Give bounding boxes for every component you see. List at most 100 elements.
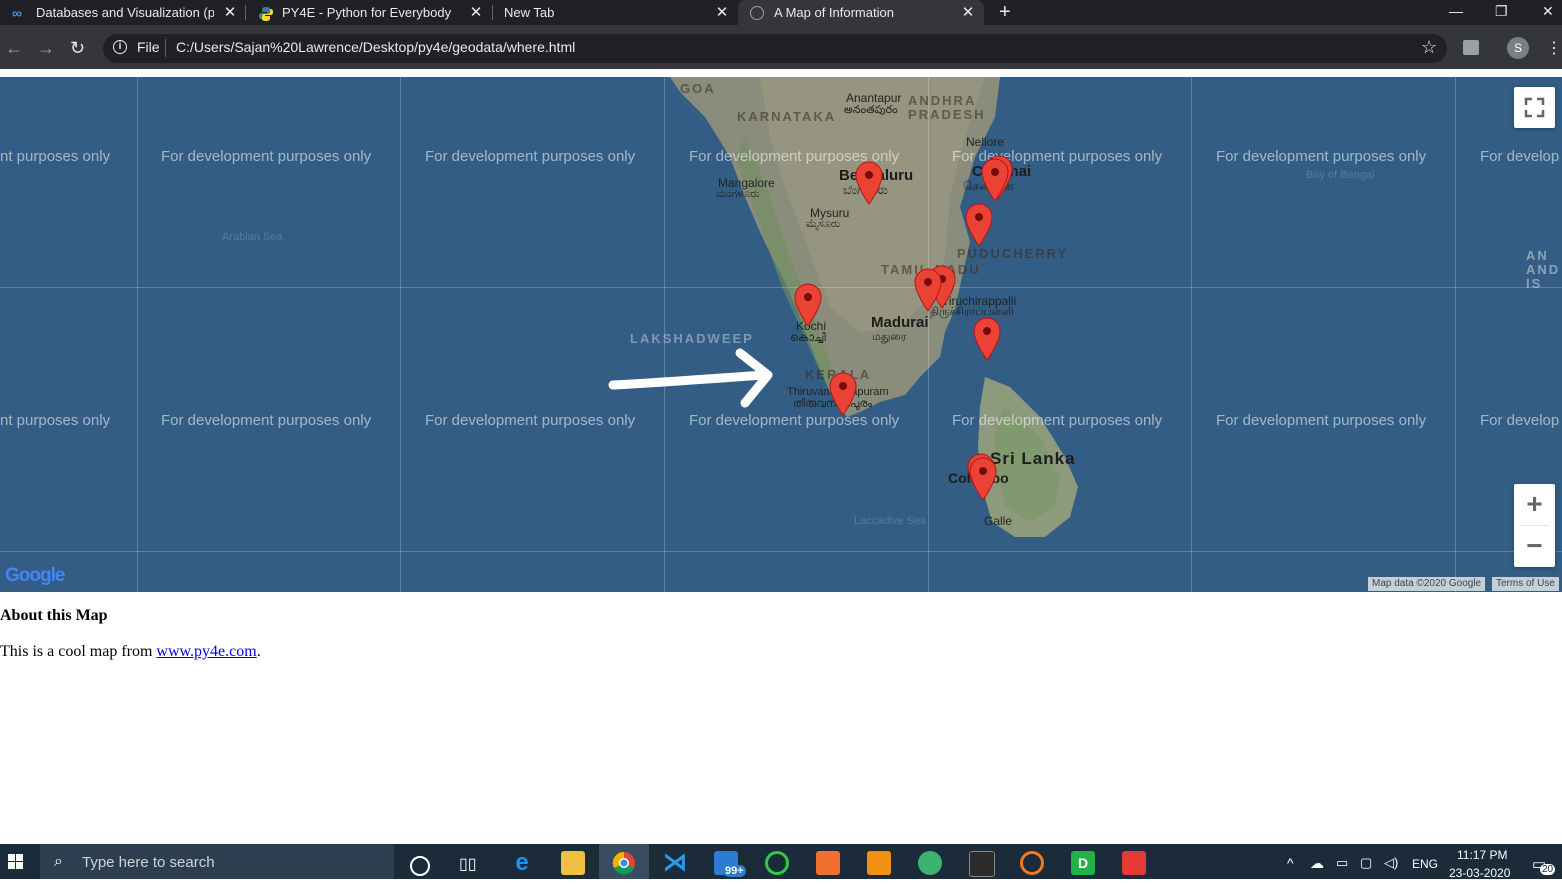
chrome-icon [612,851,635,875]
dev-app-icon[interactable]: D [1071,851,1095,875]
new-tab-button[interactable]: + [999,1,1011,23]
url-text[interactable]: C:/Users/Sajan%20Lawrence/Desktop/py4e/g… [176,39,575,55]
map-marker[interactable] [854,159,884,205]
dev-watermark: For development purposes only [425,412,636,429]
about-text: This is a cool map from www.py4e.com. [0,643,261,661]
bookmark-star-icon[interactable]: ☆ [1421,37,1437,58]
cortana-icon[interactable] [410,856,430,876]
tile-border [928,77,929,592]
jupyter-icon[interactable] [1020,851,1044,875]
infinity-icon: ∞ [12,5,22,21]
tile-border [0,287,1562,288]
map-marker[interactable] [964,201,994,247]
sea-label: Arabian Sea [222,231,283,243]
windows-logo-icon [8,854,23,869]
minimize-button[interactable]: — [1449,0,1463,22]
google-logo[interactable]: Google [5,565,65,587]
close-icon[interactable]: ✕ [223,0,237,25]
tab-map-of-information[interactable]: A Map of Information ✕ [738,0,984,25]
info-icon[interactable]: i [113,40,127,54]
mail-badge: 99+ [723,865,746,877]
onedrive-icon[interactable]: ☁ [1310,855,1324,872]
city-label-local: மதுரை [872,331,907,343]
search-placeholder: Type here to search [82,854,215,871]
map-marker[interactable] [972,315,1002,361]
map-marker[interactable] [968,455,998,501]
map-marker[interactable] [980,156,1010,202]
window-close-button[interactable]: ✕ [1542,0,1554,22]
sublime-icon[interactable] [867,851,891,875]
dev-watermark: For development purposes only [161,148,372,165]
tab-new-tab[interactable]: New Tab ✕ [492,0,738,25]
fullscreen-button[interactable] [1514,87,1555,128]
task-view-icon[interactable]: ▯▯ [459,854,477,874]
dev-watermark: For development purposes only [1216,148,1427,165]
reload-icon[interactable]: ↻ [70,37,85,59]
terms-of-use-link[interactable]: Terms of Use [1492,577,1559,591]
network-icon[interactable]: ▢ [1360,855,1372,871]
sea-label: Laccadive Sea [854,515,927,527]
zoom-control: + − [1514,484,1555,567]
clock-date[interactable]: 23-03-2020 [1449,866,1510,880]
airtel-icon[interactable] [1122,851,1146,875]
city-label-local: കൊച്ചി [790,332,826,344]
terminal-icon[interactable] [969,851,995,877]
extension-icon[interactable] [1463,40,1479,55]
country-label: Sri Lanka [990,449,1076,468]
file-explorer-icon[interactable] [561,851,585,875]
tile-border [400,77,401,592]
py4e-link[interactable]: www.py4e.com [156,643,256,660]
tile-border [1191,77,1192,592]
zoom-out-button[interactable]: − [1514,526,1555,567]
tab-databases[interactable]: ∞ Databases and Visualization (pee ✕ [0,0,245,25]
region-label: KARNATAKA [737,109,837,124]
annotation-arrow [608,348,773,408]
clock-time[interactable]: 11:17 PM [1457,848,1507,862]
city-label: Madurai [871,314,929,331]
about-text-prefix: This is a cool map from [0,643,157,660]
tab-py4e[interactable]: PY4E - Python for Everybody ✕ [246,0,491,25]
tab-title: Databases and Visualization (pee [36,5,214,20]
tray-chevron-icon[interactable]: ^ [1287,855,1294,871]
dev-watermark: For develop [1480,412,1560,429]
xampp-icon[interactable] [816,851,840,875]
map-marker[interactable] [913,266,943,312]
zoom-in-button[interactable]: + [1514,484,1555,525]
edge-icon[interactable]: e [510,851,534,875]
atom-icon[interactable] [918,851,942,875]
omnibox-divider [165,39,166,57]
volume-icon[interactable]: ◁) [1384,855,1398,871]
dev-watermark: nt purposes only [0,148,111,165]
map-marker[interactable] [793,281,823,327]
city-label: Anantapur [846,91,902,105]
close-icon[interactable]: ✕ [715,0,729,25]
python-logo-icon [258,5,274,21]
sync-icon[interactable] [765,851,789,875]
profile-avatar[interactable]: S [1507,37,1529,59]
city-label-local: ಮೈಸೂರು [806,218,841,230]
tile-border [0,551,1562,552]
close-icon[interactable]: ✕ [961,0,975,25]
fullscreen-icon [1524,97,1545,118]
tab-title: New Tab [504,5,555,20]
forward-arrow-icon[interactable]: → [37,37,55,59]
chrome-menu-icon[interactable]: ⋮ [1546,38,1562,58]
restore-button[interactable]: ❐ [1495,0,1508,22]
back-arrow-icon[interactable]: ← [5,37,23,59]
start-button[interactable] [0,844,40,879]
vscode-icon[interactable]: ⋊ [663,851,687,875]
map-marker[interactable] [828,370,858,416]
scheme-label: File [137,39,160,55]
tile-border [1455,77,1456,592]
city-label: Galle [984,514,1013,528]
close-icon[interactable]: ✕ [469,0,483,25]
globe-icon [750,6,764,20]
region-label: LAKSHADWEEP [630,331,754,346]
region-label: ANDHRA PRADESH [908,93,986,122]
about-heading: About this Map [0,607,108,624]
dev-watermark: nt purposes only [0,412,111,429]
battery-icon[interactable]: ▭ [1336,855,1348,871]
language-indicator[interactable]: ENG [1412,857,1438,871]
region-label: PUDUCHERRY [957,246,1069,261]
map-canvas[interactable]: nt purposes only For development purpose… [0,77,1562,592]
